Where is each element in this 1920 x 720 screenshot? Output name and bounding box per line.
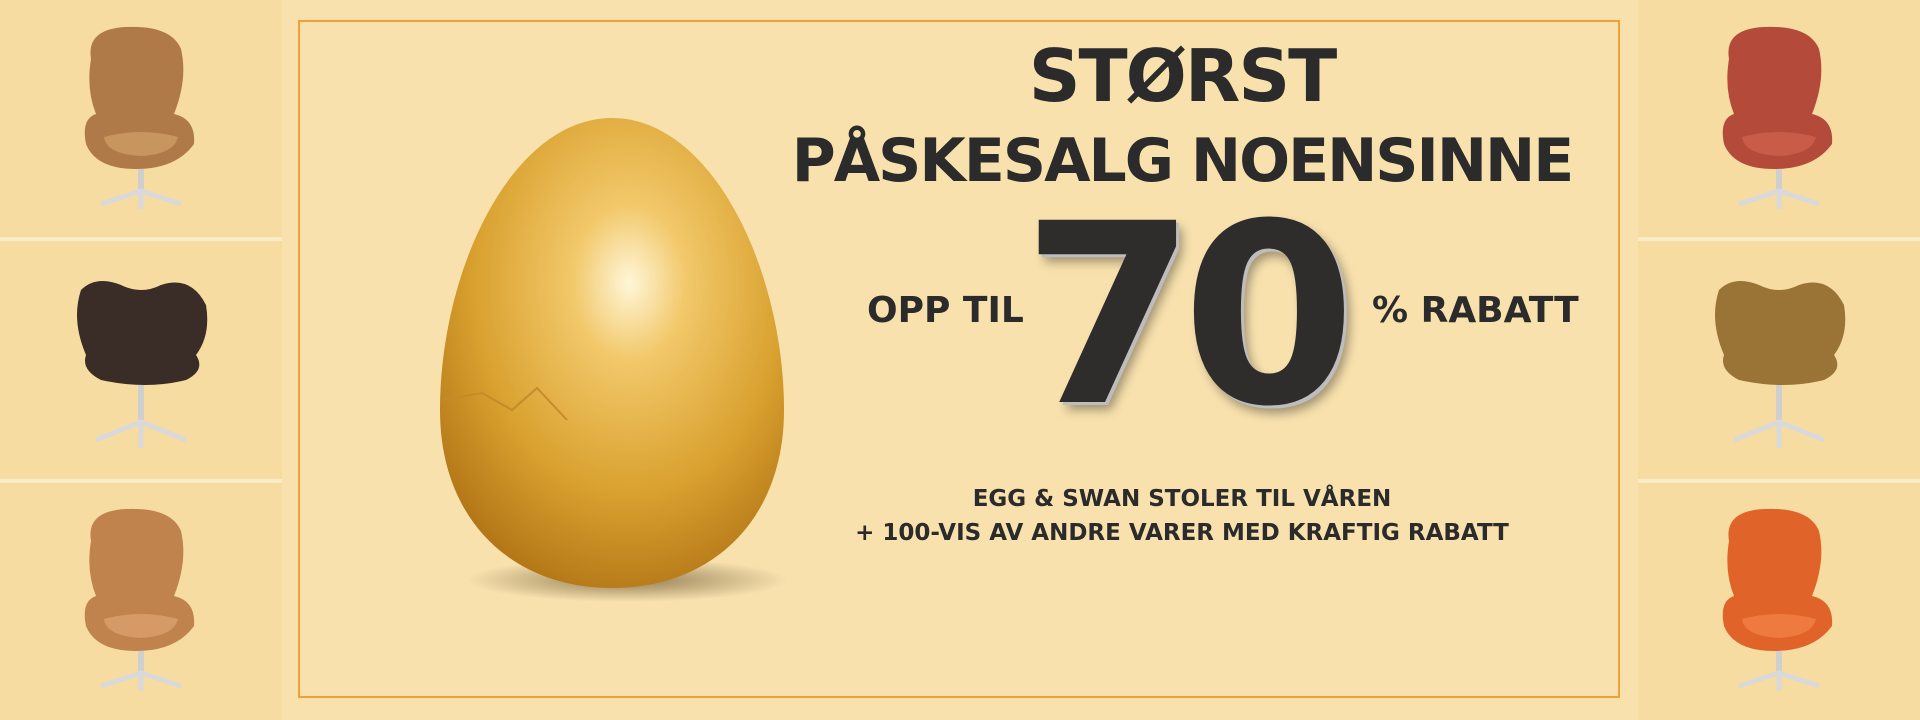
subline-2: + 100-VIS AV ANDRE VARER MED KRAFTIG RAB… xyxy=(855,520,1509,546)
discount-value: 70 xyxy=(1022,170,1356,461)
egg-chair-icon xyxy=(1722,509,1833,692)
egg-chair-icon xyxy=(84,509,195,692)
product-tile-swan-chair[interactable] xyxy=(1638,241,1920,479)
product-tile-egg-chair[interactable] xyxy=(0,482,282,720)
headline-line-1: STØRST xyxy=(1028,34,1338,118)
discount-prefix: OPP TIL xyxy=(867,290,1024,331)
swan-chair-icon xyxy=(77,280,208,448)
egg-chair-icon xyxy=(84,26,195,209)
egg-chair-icon xyxy=(1722,26,1833,209)
swan-chair-icon xyxy=(1715,280,1846,448)
product-tile-egg-chair[interactable] xyxy=(1638,0,1920,238)
right-product-column xyxy=(1638,0,1920,720)
subline-1: EGG & SWAN STOLER TIL VÅREN xyxy=(972,486,1392,512)
left-product-column xyxy=(0,0,282,720)
easter-sale-banner[interactable]: STØRST PÅSKESALG NOENSINNE OPP TIL 70 % … xyxy=(282,0,1638,720)
product-tile-egg-chair[interactable] xyxy=(1638,482,1920,720)
product-tile-swan-chair[interactable] xyxy=(0,241,282,479)
golden-egg-image xyxy=(440,118,787,602)
product-tile-egg-chair[interactable] xyxy=(0,0,282,238)
discount-suffix: % RABATT xyxy=(1372,290,1579,331)
